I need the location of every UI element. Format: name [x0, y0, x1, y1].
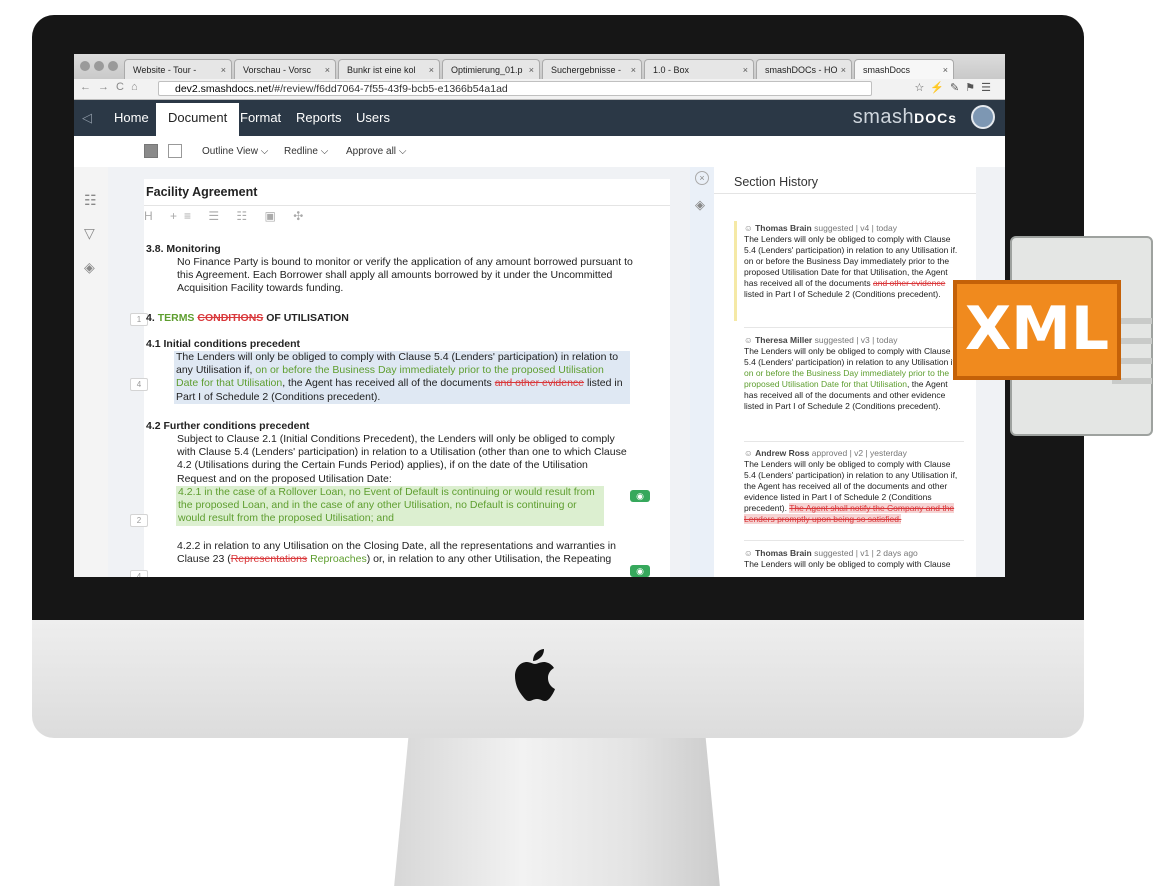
browser-nav-icons[interactable]: ←→C⌂: [80, 81, 145, 93]
browser-tab[interactable]: Optimierung_01.p ×: [442, 59, 540, 79]
section-heading: 4. TERMS CONDITIONS OF UTILISATION: [146, 312, 349, 324]
imac-chin: [32, 620, 1084, 738]
outline-icon[interactable]: ☷: [84, 192, 97, 209]
apple-logo-icon: [515, 649, 555, 701]
nav-home[interactable]: Home: [114, 100, 149, 136]
nav-users[interactable]: Users: [356, 100, 390, 136]
history-strip: × ◈: [690, 167, 714, 577]
divider: [714, 193, 976, 194]
section-history-panel: Section History ☺ Thomas Brain suggested…: [714, 167, 976, 577]
brand-logo: smashDOCs: [852, 106, 957, 128]
browser-tab[interactable]: 1.0 - Box ×: [644, 59, 754, 79]
history-entry[interactable]: ☺ Theresa Miller suggested | v3 | today …: [744, 335, 960, 412]
paragraph[interactable]: Subject to Clause 2.1 (Initial Condition…: [177, 433, 627, 486]
nav-reports[interactable]: Reports: [296, 100, 342, 136]
browser-urlbar: ←→C⌂ dev2.smashdocs.net/#/review/f6dd706…: [74, 79, 1005, 100]
close-icon[interactable]: ×: [429, 60, 434, 79]
close-icon[interactable]: ×: [743, 60, 748, 79]
close-icon[interactable]: ×: [325, 60, 330, 79]
format-toolbar[interactable]: H +≡ ☰ ☷ ▣ ✣: [144, 209, 310, 223]
browser-tab[interactable]: Vorschau - Vorsc ×: [234, 59, 336, 79]
divider: [744, 540, 964, 541]
close-icon[interactable]: ×: [695, 171, 709, 185]
active-marker: [734, 221, 737, 321]
window-controls[interactable]: [80, 61, 118, 71]
extension-icons[interactable]: ☆⚡✎⚑☰: [915, 81, 998, 94]
chevron-down-icon: ⌵: [398, 146, 407, 157]
close-icon[interactable]: ×: [529, 60, 534, 79]
single-view-icon[interactable]: [144, 144, 158, 158]
section-heading: 3.8. Monitoring: [146, 243, 221, 255]
section-heading: 4.1 Initial conditions precedent: [146, 338, 301, 350]
paragraph-inserted[interactable]: 4.2.1 in the case of a Rollover Loan, no…: [176, 486, 604, 526]
user-icon: ☺: [744, 223, 753, 233]
paragraph[interactable]: No Finance Party is bound to monitor or …: [177, 256, 637, 296]
paragraph-number: 2: [130, 514, 148, 527]
paragraph-highlighted[interactable]: The Lenders will only be obliged to comp…: [174, 351, 630, 404]
paragraph-number: 4: [130, 378, 148, 391]
document-page: Facility Agreement H +≡ ☰ ☷ ▣ ✣ 3.8. Mon…: [130, 179, 670, 577]
user-icon: ☺: [744, 335, 753, 345]
close-icon[interactable]: ×: [221, 60, 226, 79]
eye-icon[interactable]: ◉: [630, 565, 650, 577]
close-icon[interactable]: ×: [841, 60, 846, 79]
address-bar[interactable]: dev2.smashdocs.net/#/review/f6dd7064-7f5…: [158, 81, 872, 96]
imac-stand: [394, 738, 720, 886]
divider: [744, 441, 964, 442]
screen: Website - Tour - × Vorschau - Vorsc × Bunk…: [74, 54, 1005, 577]
app-nav: ◁ Home Document Format Reports Users sma…: [74, 100, 1005, 136]
layers-icon[interactable]: ◈: [84, 259, 95, 276]
nav-document[interactable]: Document: [156, 100, 240, 136]
document-title: Facility Agreement: [144, 179, 670, 206]
user-icon: ☺: [744, 448, 753, 458]
browser-tabbar: Website - Tour - × Vorschau - Vorsc × Bunk…: [74, 54, 1005, 79]
close-icon[interactable]: ×: [943, 60, 948, 79]
divider: [744, 327, 964, 328]
outline-view-dropdown[interactable]: Outline View ⌵: [202, 146, 268, 157]
browser-tab[interactable]: smashDOCs - HO ×: [756, 59, 852, 79]
layers-icon[interactable]: ◈: [695, 197, 705, 213]
chevron-down-icon: ⌵: [260, 146, 269, 157]
close-icon[interactable]: ×: [631, 60, 636, 79]
browser-tab[interactable]: Website - Tour - ×: [124, 59, 232, 79]
filter-icon[interactable]: ▽: [84, 225, 95, 242]
left-sidebar: ☷ ▽ ◈: [74, 167, 108, 577]
history-entry[interactable]: ☺ Thomas Brain suggested | v1 | 2 days a…: [744, 548, 960, 570]
user-icon: ☺: [744, 548, 753, 558]
approve-all-dropdown[interactable]: Approve all ⌵: [346, 146, 406, 157]
section-heading: 4.2 Further conditions precedent: [146, 420, 310, 432]
doc-toolbar: Outline View ⌵ Redline ⌵ Approve all ⌵: [74, 136, 1005, 168]
browser-tab[interactable]: Suchergebnisse - ×: [542, 59, 642, 79]
document-area: Facility Agreement H +≡ ☰ ☷ ▣ ✣ 3.8. Mon…: [108, 167, 690, 577]
panel-title: Section History: [734, 175, 819, 189]
avatar[interactable]: [971, 105, 995, 129]
back-icon[interactable]: ◁: [82, 100, 92, 136]
chevron-down-icon: ⌵: [320, 146, 329, 157]
browser-tab-active[interactable]: smashDocs ×: [854, 59, 954, 79]
browser-tab[interactable]: Bunkr ist eine kol ×: [338, 59, 440, 79]
paragraph-number: 4: [130, 570, 148, 577]
redline-dropdown[interactable]: Redline ⌵: [284, 146, 328, 157]
eye-icon[interactable]: ◉: [630, 490, 650, 502]
paragraph[interactable]: 4.2.2 in relation to any Utilisation on …: [177, 540, 627, 566]
nav-format[interactable]: Format: [240, 100, 281, 136]
xml-badge: XML: [953, 280, 1121, 380]
history-entry[interactable]: ☺ Andrew Ross approved | v2 | yesterday …: [744, 448, 960, 525]
split-view-icon[interactable]: [168, 144, 182, 158]
history-entry[interactable]: ☺ Thomas Brain suggested | v4 | today Th…: [744, 223, 960, 300]
